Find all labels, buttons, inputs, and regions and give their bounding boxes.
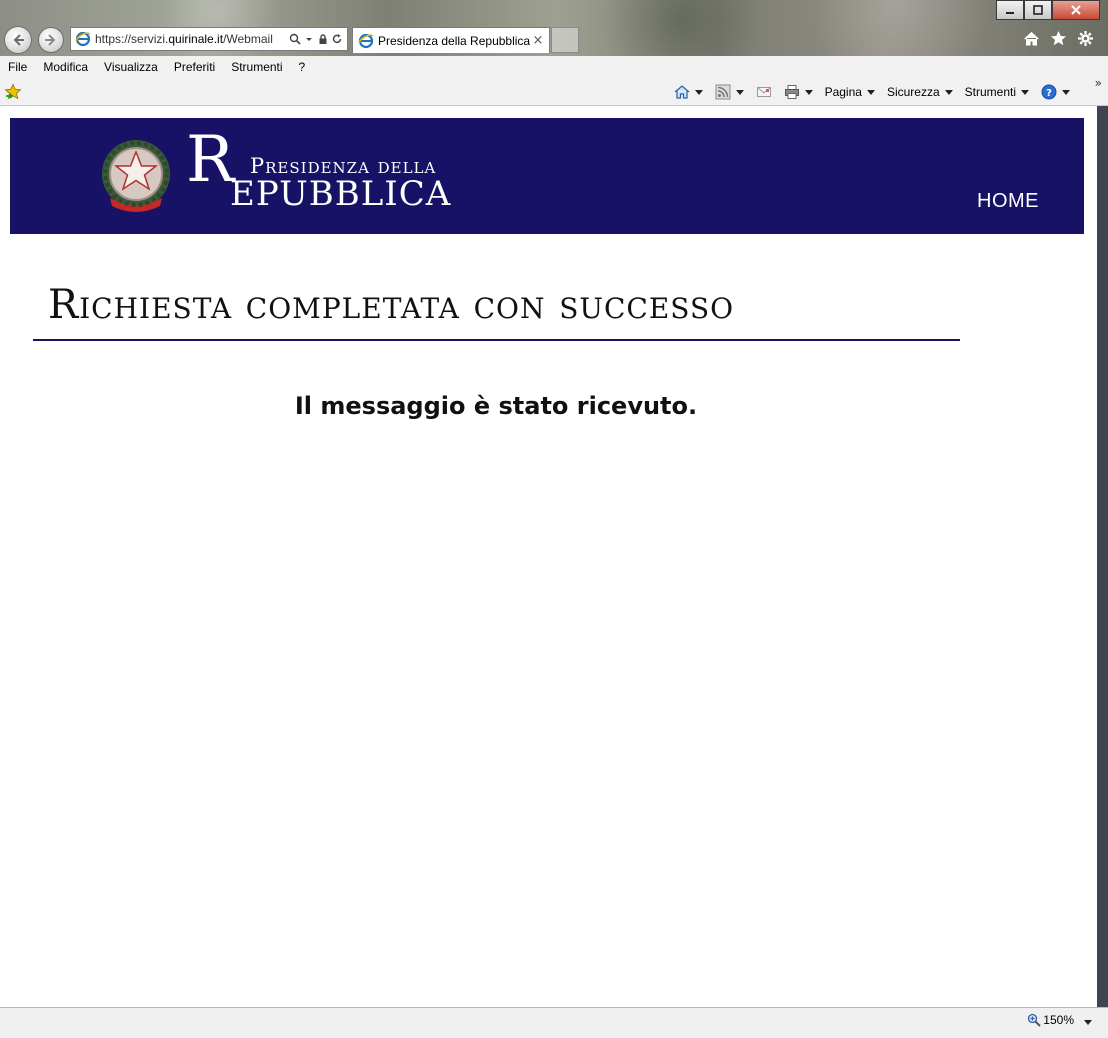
svg-text:?: ?: [1046, 88, 1052, 99]
close-window-button[interactable]: [1052, 0, 1100, 20]
maximize-button[interactable]: [1024, 0, 1052, 20]
title-divider: [33, 339, 960, 341]
gear-icon[interactable]: [1077, 30, 1094, 47]
window-controls: [996, 0, 1100, 20]
add-favorites-icon[interactable]: [4, 83, 22, 101]
search-icon[interactable]: [289, 33, 301, 45]
chevron-down-icon: [1062, 89, 1070, 95]
tab-close-icon[interactable]: ×: [531, 33, 545, 48]
minimize-icon: [1006, 12, 1014, 14]
home-icon[interactable]: [1023, 30, 1040, 47]
browser-tab[interactable]: Presidenza della Repubblica... ×: [352, 27, 550, 53]
site-header: R Presidenza della EPUBBLICA HOME: [10, 118, 1084, 234]
url-domain: quirinale.it: [168, 32, 224, 46]
page-title: Richiesta completata con successo: [48, 282, 735, 328]
zoom-level: 150%: [1043, 1013, 1074, 1027]
command-bar-items: Pagina Sicurezza Strumenti ?: [662, 81, 1070, 103]
cmd-mail[interactable]: [756, 84, 772, 100]
rss-feed-icon: [715, 84, 731, 100]
maximize-icon: [1033, 5, 1043, 15]
ie-tab-icon: [358, 33, 374, 48]
nav-home-link[interactable]: HOME: [977, 190, 1039, 213]
command-bar-overflow[interactable]: »: [1095, 76, 1102, 90]
cmd-sicurezza[interactable]: Sicurezza: [887, 85, 953, 99]
address-controls: [289, 33, 343, 45]
command-bar: Pagina Sicurezza Strumenti ? »: [0, 76, 1108, 106]
brand-initial: R: [186, 123, 235, 197]
lock-icon[interactable]: [317, 33, 329, 45]
strumenti-label: Strumenti: [964, 85, 1016, 99]
chevron-down-icon: [1021, 89, 1029, 95]
address-url[interactable]: https://servizi.quirinale.it/Webmail: [95, 32, 289, 46]
menu-bar: File Modifica Visualizza Preferiti Strum…: [0, 56, 1108, 78]
success-message: Il messaggio è stato ricevuto.: [294, 392, 698, 420]
menu-strumenti[interactable]: Strumenti: [231, 60, 282, 74]
favorites-star-icon[interactable]: [1050, 30, 1067, 47]
home-icon: [674, 85, 689, 99]
brand-line2: EPUBBLICA: [230, 174, 452, 214]
page-viewport: R Presidenza della EPUBBLICA HOME Richie…: [0, 106, 1098, 1007]
browser-right-icons: [1023, 30, 1094, 47]
refresh-icon[interactable]: [331, 33, 343, 45]
minimize-button[interactable]: [996, 0, 1024, 20]
menu-file[interactable]: File: [8, 60, 27, 74]
chevron-down-icon: [735, 89, 744, 95]
cmd-feeds[interactable]: [715, 84, 744, 100]
chevron-down-icon[interactable]: [1084, 1020, 1092, 1025]
help-icon: ?: [1041, 84, 1057, 100]
forward-button[interactable]: [38, 27, 64, 53]
new-tab-button[interactable]: [551, 27, 579, 53]
arrow-left-icon: [13, 34, 24, 46]
menu-preferiti[interactable]: Preferiti: [174, 60, 215, 74]
menu-visualizza[interactable]: Visualizza: [104, 60, 158, 74]
ie-page-icon: [75, 31, 91, 47]
window-edge: [1097, 106, 1108, 1007]
sicurezza-label: Sicurezza: [886, 85, 940, 99]
cmd-help[interactable]: ?: [1041, 84, 1070, 100]
cmd-strumenti[interactable]: Strumenti: [965, 85, 1029, 99]
pagina-label: Pagina: [824, 85, 862, 99]
status-bar: 150%: [0, 1007, 1108, 1038]
chevron-down-icon: [944, 89, 953, 95]
print-icon: [784, 85, 799, 99]
menu-modifica[interactable]: Modifica: [43, 60, 88, 74]
tab-title: Presidenza della Repubblica...: [378, 33, 531, 48]
address-bar[interactable]: https://servizi.quirinale.it/Webmail: [70, 27, 348, 51]
zoom-control[interactable]: 150%: [1027, 1013, 1074, 1027]
cmd-pagina[interactable]: Pagina: [825, 85, 875, 99]
zoom-icon: [1028, 1013, 1042, 1027]
chevron-down-icon: [694, 89, 703, 95]
cmd-print[interactable]: [784, 84, 813, 100]
arrow-right-icon: [45, 34, 56, 46]
url-prefix: https://servizi.: [95, 32, 169, 46]
menu-help[interactable]: ?: [299, 60, 306, 74]
chevron-down-icon[interactable]: [303, 33, 315, 45]
chevron-down-icon: [866, 89, 875, 95]
url-suffix: /Webmail: [223, 32, 273, 46]
close-icon: [1071, 5, 1081, 15]
mail-icon: [756, 87, 771, 97]
emblem-logo: [102, 140, 170, 212]
back-button[interactable]: [4, 26, 32, 54]
cmd-home[interactable]: [674, 84, 703, 100]
chevron-down-icon: [804, 89, 813, 95]
